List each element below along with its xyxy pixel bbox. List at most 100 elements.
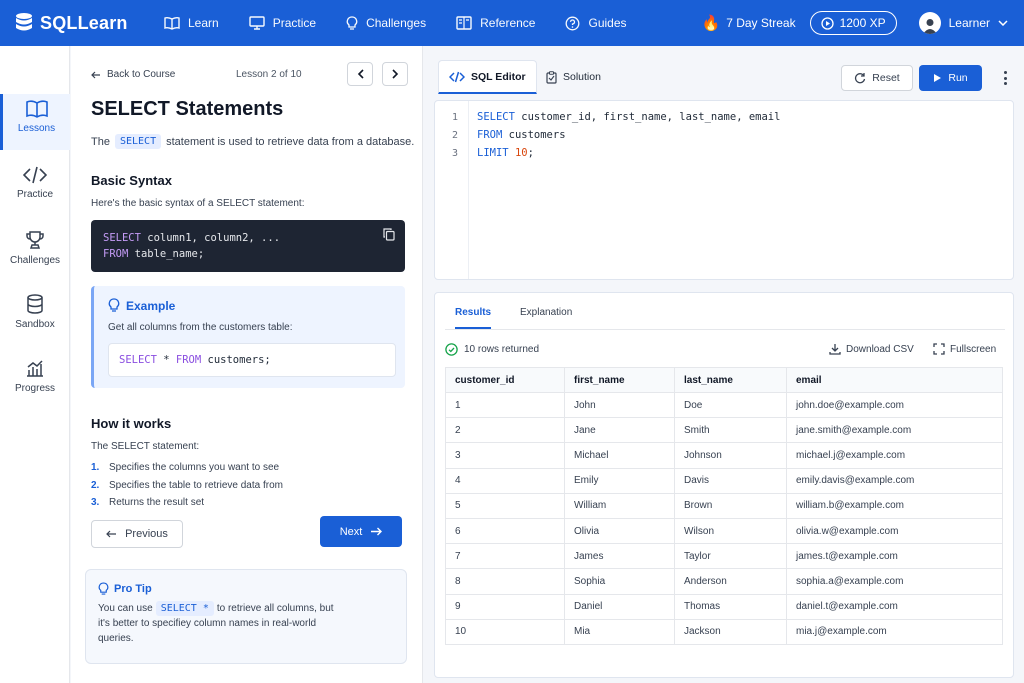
code-text: table_name; [128, 248, 205, 260]
next-button[interactable]: Next [320, 516, 402, 547]
rail-lessons[interactable]: Lessons [0, 94, 70, 150]
rail-progress[interactable]: Progress [0, 358, 70, 402]
intro-keyword: SELECT [114, 134, 162, 149]
table-row[interactable]: 7 James Taylor james.t@example.com [445, 543, 1003, 570]
xp-badge[interactable]: 1200 XP [809, 11, 897, 35]
lightbulb-icon [346, 15, 358, 30]
next-lesson-button[interactable] [382, 62, 408, 86]
nav-practice[interactable]: Practice [249, 16, 316, 30]
rows-returned-status: 10 rows returned [445, 343, 539, 356]
nav-reference[interactable]: Reference [456, 16, 535, 30]
code-line: FROM customers [477, 129, 566, 141]
step-number: 1. [91, 462, 100, 473]
example-code: SELECT * FROM customers; [108, 343, 396, 377]
run-button[interactable]: Run [919, 65, 982, 91]
next-label: Next [339, 525, 363, 538]
table-row[interactable]: 2 Jane Smith jane.smith@example.com [445, 417, 1003, 444]
refresh-icon [855, 73, 866, 84]
code-keyword: SELECT [103, 232, 141, 244]
dot [1003, 76, 1007, 80]
how-desc: The SELECT statement: [91, 441, 200, 452]
user-menu[interactable]: Learner [918, 12, 1008, 34]
sql-editor[interactable]: 1 2 3 SELECT customer_id, first_name, la… [434, 100, 1014, 280]
column-header[interactable]: email [786, 367, 1003, 393]
table-cell: jane.smith@example.com [786, 417, 1003, 444]
pro-tip-text-pre: You can use [98, 603, 153, 614]
code-keyword: FROM [175, 354, 202, 366]
table-row[interactable]: 5 William Brown william.b@example.com [445, 492, 1003, 519]
book-icon [25, 100, 48, 118]
how-heading: How it works [91, 416, 172, 431]
tab-explanation[interactable]: Explanation [520, 307, 572, 329]
table-cell: Brown [674, 492, 787, 519]
table-cell: James [564, 543, 675, 570]
arrow-left-icon [91, 71, 100, 78]
table-cell: Anderson [674, 568, 787, 595]
tab-results[interactable]: Results [455, 307, 492, 329]
editor-toolbar: SQL Editor Solution Reset Run [438, 60, 1008, 94]
table-row[interactable]: 1 John Doe john.doe@example.com [445, 391, 1003, 419]
trophy-icon [26, 231, 44, 249]
column-header[interactable]: last_name [674, 367, 787, 393]
example-callout: Example Get all columns from the custome… [91, 286, 405, 388]
table-row[interactable]: 10 Mia Jackson mia.j@example.com [445, 618, 1003, 645]
table-cell: william.b@example.com [786, 492, 1003, 519]
more-options-button[interactable] [998, 68, 1012, 88]
copy-button[interactable] [383, 228, 395, 246]
column-header[interactable]: customer_id [445, 367, 565, 393]
previous-button[interactable]: Previous [91, 520, 183, 548]
code-text: customer_id, first_name, last_name, emai… [514, 111, 781, 123]
chevron-left-icon [357, 69, 364, 79]
rail-sandbox[interactable]: Sandbox [0, 294, 70, 338]
step-number: 3. [91, 497, 100, 508]
table-row[interactable]: 9 Daniel Thomas daniel.t@example.com [445, 593, 1003, 620]
rail-practice-label: Practice [16, 189, 54, 200]
table-row[interactable]: 8 Sophia Anderson sophia.a@example.com [445, 568, 1003, 595]
table-cell: daniel.t@example.com [786, 593, 1003, 620]
table-row[interactable]: 4 Emily Davis emily.davis@example.com [445, 467, 1003, 494]
line-number: 3 [451, 148, 458, 159]
copy-icon [383, 228, 395, 241]
play-circle-icon [820, 16, 834, 30]
column-header[interactable]: first_name [564, 367, 675, 393]
nav-challenges[interactable]: Challenges [346, 15, 426, 31]
clipboard-icon [546, 70, 557, 84]
download-csv-button[interactable]: Download CSV [829, 343, 914, 355]
table-cell: sophia.a@example.com [786, 568, 1003, 595]
step-number: 2. [91, 479, 100, 491]
tab-solution[interactable]: Solution [546, 60, 601, 94]
arrow-right-icon [371, 527, 383, 536]
arrow-left-icon [106, 530, 117, 538]
rail-progress-label: Progress [14, 383, 55, 394]
table-cell: Daniel [564, 593, 675, 620]
editor-area: SQL Editor Solution Reset Run 1 2 3 SELE… [424, 46, 1024, 683]
syntax-heading: Basic Syntax [91, 173, 172, 188]
tab-sql-editor-label: SQL Editor [471, 70, 526, 83]
table-cell: Emily [564, 467, 675, 494]
table-cell: 1 [445, 391, 565, 419]
table-row[interactable]: 3 Michael Johnson michael.j@example.com [445, 442, 1003, 469]
code-text: ; [527, 147, 534, 159]
streak-label: 7 Day Streak [726, 16, 796, 30]
table-cell: james.t@example.com [786, 543, 1003, 570]
fullscreen-button[interactable]: Fullscreen [933, 343, 996, 355]
nav-learn[interactable]: Learn [164, 16, 219, 30]
table-cell: Smith [674, 417, 787, 444]
line-number: 1 [451, 112, 458, 123]
table-cell: Thomas [674, 593, 787, 620]
nav-guides[interactable]: Guides [565, 16, 627, 31]
brand[interactable]: SQLLearn [14, 12, 154, 34]
rail-challenges[interactable]: Challenges [0, 230, 70, 274]
prev-lesson-button[interactable] [347, 62, 373, 86]
step-text: Returns the result set [109, 497, 205, 508]
table-row[interactable]: 6 Olivia Wilson olivia.w@example.com [445, 517, 1003, 545]
table-cell: Mia [564, 618, 675, 645]
results-table: customer_id first_name last_name email 1… [445, 367, 1003, 645]
table-cell: 10 [445, 618, 565, 645]
help-circle-icon [566, 16, 580, 30]
tab-sql-editor[interactable]: SQL Editor [438, 60, 537, 94]
table-cell: 5 [445, 492, 565, 519]
back-to-course-link[interactable]: Back to Course [91, 69, 175, 80]
rail-practice[interactable]: Practice [0, 166, 70, 210]
reset-button[interactable]: Reset [841, 65, 913, 91]
